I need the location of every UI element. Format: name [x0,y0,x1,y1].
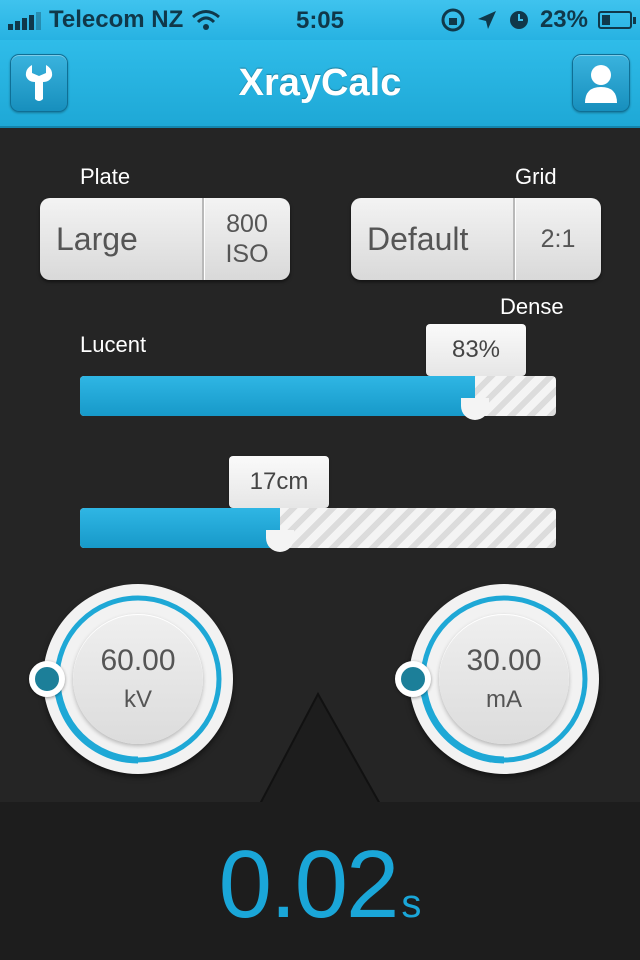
nav-bar: XrayCalc [0,40,640,128]
density-slider-thumb[interactable] [461,398,490,420]
user-icon [585,65,617,103]
thickness-value-bubble: 17cm [229,456,329,508]
app-title: XrayCalc [238,62,402,104]
result-panel: 0.02 s [0,802,640,960]
grid-selector[interactable]: Default 2:1 [351,198,601,280]
density-slider-fill [80,376,476,416]
plate-iso-unit: ISO [225,240,269,268]
thickness-slider-thumb[interactable] [265,530,294,552]
thickness-slider-fill [80,508,280,548]
dense-label: Dense [500,294,564,319]
kv-dial-handle[interactable] [29,661,65,697]
battery-icon [598,11,636,29]
density-slider[interactable] [80,376,556,420]
battery-percent: 23% [539,6,588,33]
plate-iso[interactable]: 800 ISO [202,198,290,280]
rotation-lock-icon [441,8,465,32]
lucent-label: Lucent [80,332,147,357]
plate-label: Plate [80,164,131,189]
alarm-icon [509,11,528,29]
ma-unit: mA [486,686,522,713]
plate-size[interactable]: Large [40,198,202,280]
density-value-bubble: 83% [426,324,526,376]
exposure-time: 0.02 s [0,830,640,940]
location-icon [477,11,496,29]
exposure-time-value: 0.02 [218,831,400,938]
thickness-slider[interactable] [80,508,556,552]
grid-label: Grid [515,164,557,189]
ma-value: 30.00 [466,644,542,677]
kv-dial[interactable]: 60.00 kV [29,584,233,774]
plate-iso-value: 800 [226,210,268,238]
plate-selector[interactable]: Large 800 ISO [40,198,290,280]
kv-unit: kV [123,686,152,713]
ma-dial-handle[interactable] [395,661,431,697]
ma-dial[interactable]: 30.00 mA [395,584,599,774]
grid-ratio[interactable]: 2:1 [513,198,601,280]
kv-readout: 60.00 kV [73,614,203,744]
status-bar: Telecom NZ 5:05 23% [0,0,640,40]
exposure-time-unit: s [401,882,422,926]
grid-type[interactable]: Default [351,198,513,280]
kv-value: 60.00 [100,644,176,677]
profile-button[interactable] [572,54,630,112]
ma-readout: 30.00 mA [439,614,569,744]
